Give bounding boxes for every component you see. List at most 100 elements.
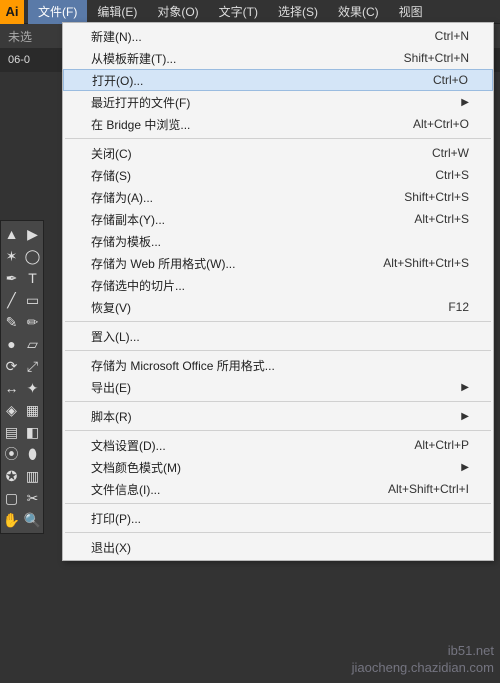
menu-item-label: 文档颜色模式(M) [91, 459, 461, 476]
menu-item-15[interactable]: 置入(L)... [63, 325, 493, 347]
warp-tool[interactable]: ✦ [22, 377, 43, 399]
menu-item-label: 存储选中的切片... [91, 277, 469, 294]
menu-item-10[interactable]: 存储为模板... [63, 230, 493, 252]
menubar: Ai 文件(F)编辑(E)对象(O)文字(T)选择(S)效果(C)视图 [0, 0, 500, 24]
rotate-tool[interactable]: ⟳ [1, 355, 22, 377]
paintbrush-tool[interactable]: ✎ [1, 311, 22, 333]
menu-s[interactable]: 选择(S) [268, 0, 328, 24]
width-tool[interactable]: ↔ [1, 377, 22, 399]
menu-item-3[interactable]: 最近打开的文件(F)▶ [63, 91, 493, 113]
menu-item-0[interactable]: 新建(N)...Ctrl+N [63, 25, 493, 47]
menu-item-label: 文档设置(D)... [91, 437, 414, 454]
artboard-tool[interactable]: ▢ [1, 487, 22, 509]
menu-item-11[interactable]: 存储为 Web 所用格式(W)...Alt+Shift+Ctrl+S [63, 252, 493, 274]
shape-builder-tool[interactable]: ◈ [1, 399, 22, 421]
scale-tool[interactable]: ⤢ [22, 355, 43, 377]
menu-item-label: 存储为 Microsoft Office 所用格式... [91, 357, 469, 374]
menu-item-7[interactable]: 存储(S)Ctrl+S [63, 164, 493, 186]
submenu-arrow-icon: ▶ [461, 382, 469, 393]
menu-item-label: 新建(N)... [91, 28, 435, 45]
menu-separator [65, 321, 491, 322]
blend-tool[interactable]: ⬮ [22, 443, 43, 465]
menu-item-18[interactable]: 导出(E)▶ [63, 376, 493, 398]
symbol-tool[interactable]: ✪ [1, 465, 22, 487]
perspective-tool[interactable]: ▦ [22, 399, 43, 421]
menu-[interactable]: 视图 [389, 0, 433, 24]
zoom-tool[interactable]: 🔍 [22, 509, 43, 531]
graph-tool[interactable]: ▥ [22, 465, 43, 487]
menu-item-label: 打开(O)... [92, 72, 433, 89]
menu-item-2[interactable]: 打开(O)...Ctrl+O [63, 69, 493, 91]
eyedropper-tool[interactable]: ⦿ [1, 443, 22, 465]
menu-item-label: 退出(X) [91, 539, 469, 556]
menu-item-label: 从模板新建(T)... [91, 50, 404, 67]
menu-f[interactable]: 文件(F) [28, 0, 87, 24]
menu-item-label: 存储为模板... [91, 233, 469, 250]
menu-item-13[interactable]: 恢复(V)F12 [63, 296, 493, 318]
menu-item-label: 在 Bridge 中浏览... [91, 116, 413, 133]
menu-item-label: 存储(S) [91, 167, 435, 184]
menu-item-shortcut: Ctrl+N [435, 29, 469, 43]
pen-tool[interactable]: ✒ [1, 267, 22, 289]
watermark-line1: ib51.net [352, 643, 494, 660]
menu-item-shortcut: Shift+Ctrl+S [404, 190, 469, 204]
selection-tool[interactable]: ▲ [1, 223, 22, 245]
menu-item-26[interactable]: 打印(P)... [63, 507, 493, 529]
line-tool[interactable]: ╱ [1, 289, 22, 311]
menu-item-shortcut: Alt+Ctrl+S [414, 212, 469, 226]
menu-item-4[interactable]: 在 Bridge 中浏览...Alt+Ctrl+O [63, 113, 493, 135]
menu-item-shortcut: Alt+Ctrl+O [413, 117, 469, 131]
menu-item-12[interactable]: 存储选中的切片... [63, 274, 493, 296]
file-menu-dropdown: 新建(N)...Ctrl+N从模板新建(T)...Shift+Ctrl+N打开(… [62, 22, 494, 561]
menu-item-shortcut: Alt+Shift+Ctrl+I [388, 482, 469, 496]
menu-t[interactable]: 文字(T) [209, 0, 268, 24]
submenu-arrow-icon: ▶ [461, 411, 469, 422]
menu-item-label: 文件信息(I)... [91, 481, 388, 498]
menu-c[interactable]: 效果(C) [328, 0, 389, 24]
lasso-tool[interactable]: ◯ [22, 245, 43, 267]
menu-item-shortcut: Shift+Ctrl+N [404, 51, 469, 65]
menu-item-23[interactable]: 文档颜色模式(M)▶ [63, 456, 493, 478]
slice-tool[interactable]: ✂ [22, 487, 43, 509]
menu-item-22[interactable]: 文档设置(D)...Alt+Ctrl+P [63, 434, 493, 456]
toolbox: ▲▶✶◯✒T╱▭✎✏●▱⟳⤢↔✦◈▦▤◧⦿⬮✪▥▢✂✋🔍 [0, 220, 44, 534]
menu-item-shortcut: Ctrl+O [433, 73, 468, 87]
menu-item-1[interactable]: 从模板新建(T)...Shift+Ctrl+N [63, 47, 493, 69]
control-bar-label: 未选 [8, 28, 32, 45]
blob-tool[interactable]: ● [1, 333, 22, 355]
type-tool[interactable]: T [22, 267, 43, 289]
group-select-tool[interactable]: ▶ [22, 223, 43, 245]
menu-item-6[interactable]: 关闭(C)Ctrl+W [63, 142, 493, 164]
submenu-arrow-icon: ▶ [461, 97, 469, 108]
menu-separator [65, 401, 491, 402]
hand-tool[interactable]: ✋ [1, 509, 22, 531]
menu-item-shortcut: Ctrl+S [435, 168, 469, 182]
menu-item-8[interactable]: 存储为(A)...Shift+Ctrl+S [63, 186, 493, 208]
menu-item-label: 最近打开的文件(F) [91, 94, 461, 111]
menu-o[interactable]: 对象(O) [147, 0, 208, 24]
app-icon: Ai [0, 0, 24, 24]
pencil-tool[interactable]: ✏ [22, 311, 43, 333]
menu-item-24[interactable]: 文件信息(I)...Alt+Shift+Ctrl+I [63, 478, 493, 500]
menu-item-17[interactable]: 存储为 Microsoft Office 所用格式... [63, 354, 493, 376]
menu-item-label: 置入(L)... [91, 328, 469, 345]
menu-item-28[interactable]: 退出(X) [63, 536, 493, 558]
menu-item-label: 关闭(C) [91, 145, 432, 162]
rectangle-tool[interactable]: ▭ [22, 289, 43, 311]
mesh-tool[interactable]: ▤ [1, 421, 22, 443]
menu-e[interactable]: 编辑(E) [87, 0, 147, 24]
menu-separator [65, 138, 491, 139]
magic-wand-tool[interactable]: ✶ [1, 245, 22, 267]
menu-item-shortcut: Alt+Ctrl+P [414, 438, 469, 452]
document-tab[interactable]: 06-0 [8, 54, 30, 66]
menu-item-label: 打印(P)... [91, 510, 469, 527]
menu-item-9[interactable]: 存储副本(Y)...Alt+Ctrl+S [63, 208, 493, 230]
menu-item-label: 脚本(R) [91, 408, 461, 425]
menu-item-20[interactable]: 脚本(R)▶ [63, 405, 493, 427]
gradient-tool[interactable]: ◧ [22, 421, 43, 443]
eraser-tool[interactable]: ▱ [22, 333, 43, 355]
menu-item-label: 存储为(A)... [91, 189, 404, 206]
menu-item-label: 恢复(V) [91, 299, 448, 316]
menu-item-shortcut: Alt+Shift+Ctrl+S [383, 256, 469, 270]
menu-item-shortcut: Ctrl+W [432, 146, 469, 160]
